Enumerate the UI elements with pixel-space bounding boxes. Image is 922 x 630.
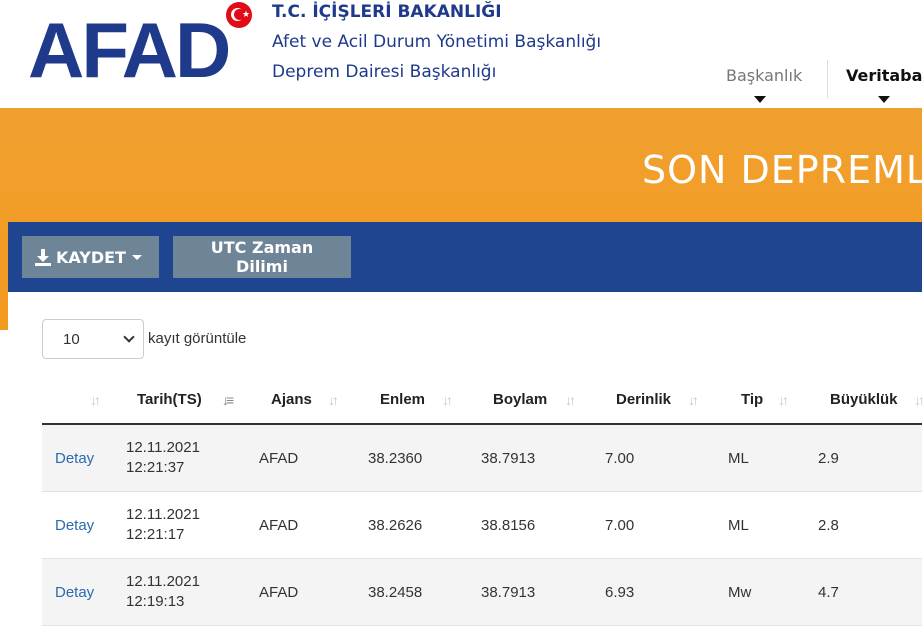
type-cell: Mw bbox=[728, 584, 752, 601]
table-row: Detay 12.11.2021 12:21:37 AFAD 38.2360 38… bbox=[42, 425, 922, 492]
save-button[interactable]: KAYDET bbox=[22, 236, 159, 278]
sort-icon[interactable]: ↓↑ bbox=[688, 392, 699, 408]
table-header: ↓↑ Tarih(TS) ↓≡ Ajans ↓↑ Enlem ↓↑ Boylam… bbox=[42, 375, 922, 425]
ministry-name: T.C. İÇİŞLERİ BAKANLIĞI bbox=[272, 2, 502, 22]
depth-cell: 7.00 bbox=[605, 450, 635, 467]
column-header-type[interactable]: Tip bbox=[741, 391, 763, 408]
logo-text: AFAD bbox=[28, 6, 231, 94]
site-header: AFAD ★ T.C. İÇİŞLERİ BAKANLIĞI Afet ve A… bbox=[0, 0, 922, 108]
agency-cell: AFAD bbox=[259, 517, 299, 534]
table-row: Detay 12.11.2021 12:21:17 AFAD 38.2626 38… bbox=[42, 492, 922, 559]
caret-down-icon bbox=[131, 254, 142, 260]
agency-cell: AFAD bbox=[259, 450, 299, 467]
sort-icon[interactable]: ↓↑ bbox=[90, 392, 101, 408]
agency-cell: AFAD bbox=[259, 584, 299, 601]
nav-divider bbox=[827, 60, 828, 98]
latitude-cell: 38.2360 bbox=[368, 450, 423, 467]
department-line-1: Afet ve Acil Durum Yönetimi Başkanlığı bbox=[272, 32, 602, 52]
magnitude-cell: 2.9 bbox=[818, 450, 839, 467]
page-length-value: 10 bbox=[63, 330, 80, 348]
download-icon bbox=[34, 248, 52, 266]
longitude-cell: 38.7913 bbox=[481, 450, 536, 467]
depth-cell: 6.93 bbox=[605, 584, 635, 601]
detail-link[interactable]: Detay bbox=[55, 450, 94, 467]
column-header-magnitude[interactable]: Büyüklük bbox=[830, 391, 898, 408]
column-header-date[interactable]: Tarih(TS) bbox=[137, 391, 202, 408]
earthquake-panel: KAYDET UTC Zaman Dilimi 10 kayıt görüntü… bbox=[8, 222, 922, 630]
nav-item-baskanlik[interactable]: Başkanlık bbox=[726, 66, 802, 85]
afad-logo[interactable]: AFAD bbox=[28, 6, 258, 90]
longitude-cell: 38.7913 bbox=[481, 584, 536, 601]
sort-icon[interactable]: ↓↑ bbox=[778, 392, 789, 408]
sort-icon[interactable]: ↓↑ bbox=[565, 392, 576, 408]
chevron-down-icon[interactable] bbox=[878, 96, 890, 103]
sort-icon[interactable]: ↓↑ bbox=[328, 392, 339, 408]
depth-cell: 7.00 bbox=[605, 517, 635, 534]
magnitude-cell: 4.7 bbox=[818, 584, 839, 601]
column-header-agency[interactable]: Ajans bbox=[271, 391, 312, 408]
type-cell: ML bbox=[728, 517, 749, 534]
sort-icon[interactable]: ↓↑ bbox=[442, 392, 453, 408]
column-header-longitude[interactable]: Boylam bbox=[493, 391, 547, 408]
column-header-depth[interactable]: Derinlik bbox=[616, 391, 671, 408]
sort-desc-icon[interactable]: ↓≡ bbox=[222, 392, 234, 408]
earthquake-table: ↓↑ Tarih(TS) ↓≡ Ajans ↓↑ Enlem ↓↑ Boylam… bbox=[42, 375, 922, 626]
detail-link[interactable]: Detay bbox=[55, 517, 94, 534]
column-header-latitude[interactable]: Enlem bbox=[380, 391, 425, 408]
date-cell: 12.11.2021 12:21:37 bbox=[126, 439, 200, 476]
table-row: Detay 12.11.2021 12:19:13 AFAD 38.2458 38… bbox=[42, 559, 922, 626]
page-title: SON DEPREMLE bbox=[642, 148, 922, 192]
longitude-cell: 38.8156 bbox=[481, 517, 536, 534]
utc-timezone-button[interactable]: UTC Zaman Dilimi bbox=[173, 236, 351, 278]
detail-link[interactable]: Detay bbox=[55, 584, 94, 601]
chevron-down-icon[interactable] bbox=[754, 96, 766, 103]
chevron-down-icon bbox=[123, 331, 135, 343]
date-cell: 12.11.2021 12:21:17 bbox=[126, 506, 200, 543]
nav-item-veritaban[interactable]: Veritaban bbox=[846, 66, 922, 85]
table-toolbar: KAYDET UTC Zaman Dilimi bbox=[8, 222, 922, 292]
date-cell: 12.11.2021 12:19:13 bbox=[126, 573, 200, 610]
page-length-label: kayıt görüntüle bbox=[148, 330, 247, 347]
sort-icon[interactable]: ↓↑ bbox=[914, 392, 922, 408]
type-cell: ML bbox=[728, 450, 749, 467]
latitude-cell: 38.2626 bbox=[368, 517, 423, 534]
department-line-2: Deprem Dairesi Başkanlığı bbox=[272, 62, 497, 82]
magnitude-cell: 2.8 bbox=[818, 517, 839, 534]
turkish-flag-icon: ★ bbox=[226, 2, 252, 28]
save-button-label: KAYDET bbox=[56, 247, 126, 267]
page-length-select[interactable]: 10 bbox=[42, 319, 144, 359]
latitude-cell: 38.2458 bbox=[368, 584, 423, 601]
